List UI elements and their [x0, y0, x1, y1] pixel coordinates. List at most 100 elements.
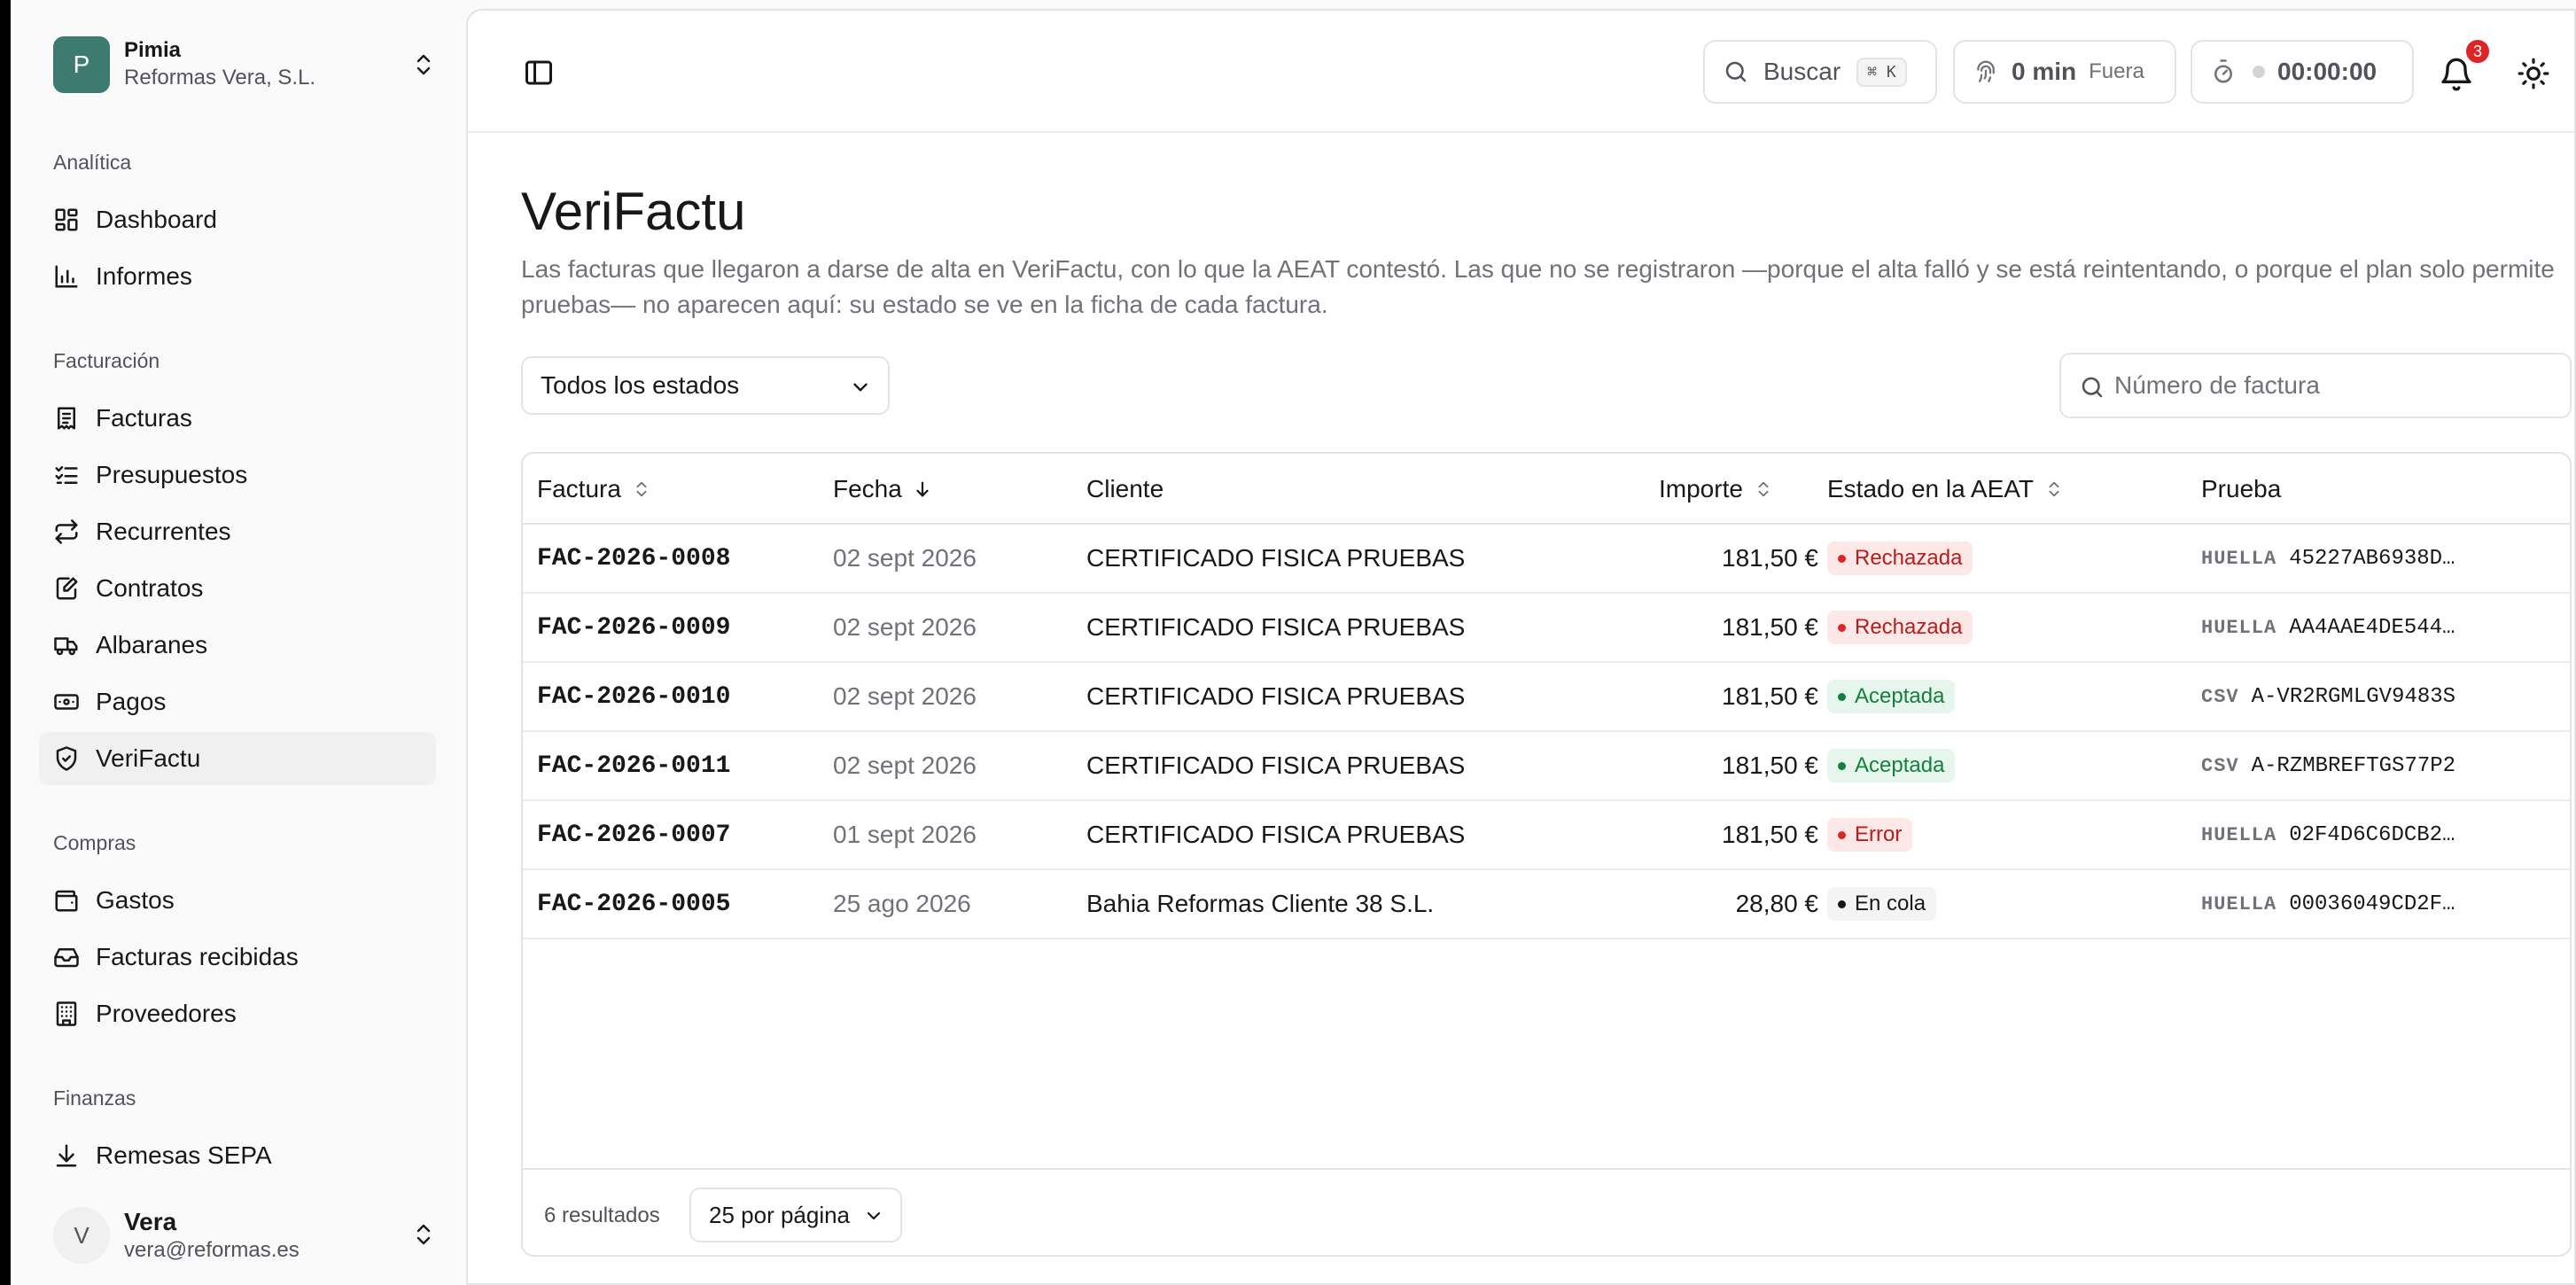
sidebar-item-remesas-sepa[interactable]: Remesas SEPA: [39, 1129, 436, 1182]
stopwatch-icon: [2214, 59, 2232, 83]
status-cell: Aceptada: [1827, 663, 1956, 730]
avatar: V: [53, 1207, 110, 1264]
invoice-number[interactable]: FAC-2026-0008: [537, 525, 730, 592]
status-badge: Error: [1827, 818, 1913, 852]
column-header-date[interactable]: Fecha: [833, 454, 932, 525]
table-row[interactable]: FAC-2026-0008 02 sept 2026 CERTIFICADO FIS…: [523, 525, 2570, 594]
column-header-label: Fecha: [833, 475, 902, 502]
column-header-status[interactable]: Estado en la AEAT: [1827, 454, 2064, 525]
per-page-value: 25 por página: [709, 1201, 851, 1228]
status-cell: Error: [1827, 801, 1913, 868]
invoice-amount: 181,50 €: [1722, 752, 1818, 779]
org-switcher[interactable]: P Pimia Reformas Vera, S.L.: [53, 35, 443, 94]
sort-icon: [1758, 481, 1769, 497]
time-tracking-button[interactable]: 0 min Fuera: [1953, 40, 2176, 104]
inbox-icon: [54, 948, 79, 968]
invoice-date: 02 sept 2026: [833, 613, 977, 641]
contract-icon: [56, 577, 78, 600]
user-menu[interactable]: V Vera vera@reformas.es: [53, 1203, 443, 1267]
status-dot: [1838, 761, 1846, 770]
sidebar-item-label: Facturas recibidas: [96, 943, 299, 970]
chevron-down-icon: [853, 383, 868, 392]
proof-label: HUELLA: [2201, 547, 2277, 570]
sidebar-item-albaranes[interactable]: Albaranes: [39, 619, 436, 672]
sidebar-item-contratos[interactable]: Contratos: [39, 562, 436, 615]
invoice-number[interactable]: FAC-2026-0007: [537, 801, 730, 868]
status-label: En cola: [1855, 892, 1926, 915]
page-title: VeriFactu: [521, 182, 746, 241]
org-name: Pimia: [124, 38, 182, 62]
status-label: Rechazada: [1855, 546, 1963, 570]
table-row[interactable]: FAC-2026-0007 01 sept 2026 CERTIFICADO FIS…: [523, 801, 2570, 870]
timer-button[interactable]: 00:00:00: [2191, 40, 2414, 104]
status-cell: Rechazada: [1827, 594, 1973, 661]
proof-cell: HUELLA 45227AB6938D…: [2201, 525, 2455, 592]
user-email: vera@reformas.es: [124, 1238, 300, 1262]
sun-icon[interactable]: [2517, 57, 2550, 90]
sidebar-toggle-icon[interactable]: [523, 57, 555, 89]
sidebar-item-label: Gastos: [96, 886, 175, 914]
table-row[interactable]: FAC-2026-0010 02 sept 2026 CERTIFICADO FIS…: [523, 663, 2570, 732]
invoice-search: [2059, 353, 2572, 418]
banknote-icon: [54, 694, 79, 710]
invoice-icon: [58, 407, 75, 430]
chevron-down-icon: [867, 1211, 881, 1220]
search-icon: [2082, 377, 2103, 398]
search-shortcut: ⌘ K: [1856, 57, 1907, 87]
client-name: CERTIFICADO FISICA PRUEBAS: [1086, 752, 1466, 779]
invoice-date: 25 ago 2026: [833, 890, 971, 917]
sort-icon: [636, 481, 647, 497]
status-label: Aceptada: [1855, 684, 1945, 708]
proof-value: AA4AAE4DE544…: [2289, 615, 2455, 640]
table-row[interactable]: FAC-2026-0005 25 ago 2026 Bahia Reformas C…: [523, 870, 2570, 939]
timer-status-dot: [2253, 66, 2265, 78]
app-window: P Pimia Reformas Vera, S.L. Analítica Da…: [11, 0, 2576, 1285]
invoice-search-input[interactable]: [2114, 371, 2540, 400]
invoice-number[interactable]: FAC-2026-0009: [537, 594, 730, 661]
per-page-select[interactable]: 25 por página: [689, 1188, 902, 1242]
time-status: Fuera: [2089, 59, 2144, 83]
sidebar-item-informes[interactable]: Informes: [39, 250, 436, 303]
arrow-down-icon: [916, 481, 929, 497]
invoice-number[interactable]: FAC-2026-0010: [537, 663, 730, 730]
sidebar-item-recurrentes[interactable]: Recurrentes: [39, 505, 436, 558]
status-filter-value: Todos los estados: [541, 371, 740, 399]
sidebar-item-label: Pagos: [96, 688, 167, 715]
proof-cell: HUELLA AA4AAE4DE544…: [2201, 594, 2455, 661]
sidebar-item-proveedores[interactable]: Proveedores: [39, 987, 436, 1040]
column-header-invoice[interactable]: Factura: [537, 454, 651, 525]
sidebar-item-presupuestos[interactable]: Presupuestos: [39, 448, 436, 502]
invoice-number[interactable]: FAC-2026-0005: [537, 870, 730, 938]
proof-cell: CSV A-RZMBREFTGS77P2: [2201, 732, 2455, 799]
sidebar-item-gastos[interactable]: Gastos: [39, 874, 436, 927]
proof-label: HUELLA: [2201, 823, 2277, 846]
checklist-icon: [55, 466, 78, 484]
sidebar-item-facturas[interactable]: Facturas: [39, 392, 436, 445]
client-name: CERTIFICADO FISICA PRUEBAS: [1086, 821, 1466, 848]
status-filter-select[interactable]: Todos los estados: [521, 356, 890, 415]
proof-value: 02F4D6C6DCB2…: [2289, 822, 2455, 847]
sidebar-item-label: Contratos: [96, 574, 204, 602]
table-row[interactable]: FAC-2026-0009 02 sept 2026 CERTIFICADO FIS…: [523, 594, 2570, 663]
table-row[interactable]: FAC-2026-0011 02 sept 2026 CERTIFICADO FIS…: [523, 732, 2570, 801]
sidebar-item-verifactu[interactable]: VeriFactu: [39, 732, 436, 785]
page-description: Las facturas que llegaron a darse de alt…: [521, 255, 2555, 318]
proof-value: A-RZMBREFTGS77P2: [2251, 753, 2456, 778]
main-panel: Buscar ⌘ K 0 min Fuera 00:00:00 3 VeriFa…: [466, 9, 2576, 1285]
wallet-icon: [55, 890, 78, 912]
global-search-button[interactable]: Buscar ⌘ K: [1703, 40, 1937, 104]
column-header-amount[interactable]: Importe: [1659, 454, 1773, 525]
sidebar-item-facturas-recibidas[interactable]: Facturas recibidas: [39, 931, 436, 984]
sidebar-item-label: Dashboard: [96, 206, 217, 233]
fingerprint-icon: [1977, 60, 1995, 82]
status-cell: En cola: [1827, 870, 1937, 938]
sidebar-item-pagos[interactable]: Pagos: [39, 675, 436, 728]
status-label: Error: [1855, 822, 1903, 846]
sidebar-item-dashboard[interactable]: Dashboard: [39, 193, 436, 246]
invoice-number[interactable]: FAC-2026-0011: [537, 732, 730, 799]
dashboard-icon: [55, 208, 78, 231]
sidebar-item-label: Recurrentes: [96, 518, 231, 545]
invoice-date: 02 sept 2026: [833, 682, 977, 710]
proof-cell: CSV A-VR2RGMLGV9483S: [2201, 663, 2455, 730]
status-label: Aceptada: [1855, 753, 1945, 777]
